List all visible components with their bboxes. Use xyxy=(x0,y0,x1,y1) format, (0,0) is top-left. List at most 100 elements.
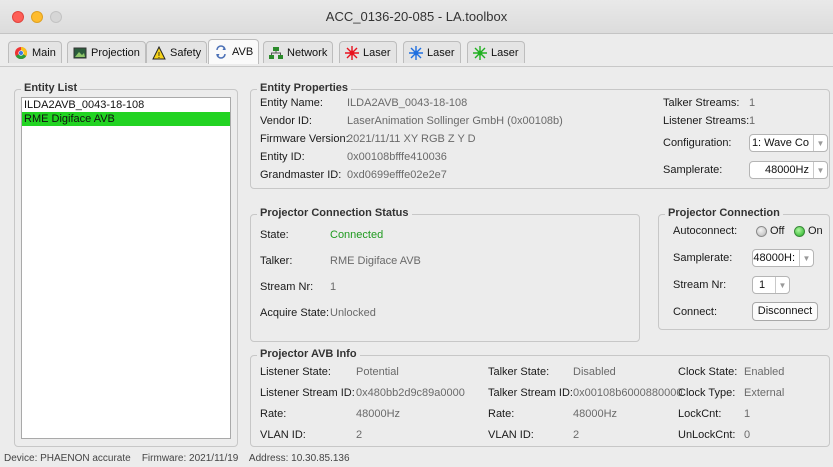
autoconnect-off-radio[interactable] xyxy=(756,226,767,237)
talker-stream-id-label: Talker Stream ID: xyxy=(488,387,573,399)
entity-list-item[interactable]: ILDA2AVB_0043-18-108 xyxy=(22,98,230,112)
chevron-down-icon: ▼ xyxy=(799,250,813,266)
entity-properties-group: Entity Properties Entity Name: ILDA2AVB_… xyxy=(250,82,830,189)
chevron-down-icon: ▼ xyxy=(813,135,827,151)
pc-stream-nr-select[interactable]: 1 ▼ xyxy=(752,276,790,294)
connection-status-group: Projector Connection Status State: Conne… xyxy=(250,207,640,342)
tab-projection[interactable]: Projection xyxy=(67,41,146,63)
clock-type-label: Clock Type: xyxy=(678,387,736,399)
state-value: Connected xyxy=(330,229,384,241)
state-label: State: xyxy=(260,229,289,241)
talker-stream-id-value: 0x00108b6000880000 xyxy=(573,387,683,399)
entity-list-title: Entity List xyxy=(21,82,81,94)
entity-id-value: 0x00108bfffe410036 xyxy=(347,151,447,163)
samplerate-label: Samplerate: xyxy=(663,164,723,176)
clock-state-value: Enabled xyxy=(744,366,785,378)
talker-vlan-value: 2 xyxy=(573,429,580,441)
pc-samplerate-select[interactable]: 48000H: ▼ xyxy=(752,249,814,267)
acquire-state-label: Acquire State: xyxy=(260,307,330,319)
window-title: ACC_0136-20-085 - LA.toolbox xyxy=(325,9,508,24)
connection-status-title: Projector Connection Status xyxy=(257,207,412,219)
pc-stream-nr-value: 1 xyxy=(759,279,766,291)
clock-type-value: External xyxy=(744,387,785,399)
talker-streams-label: Talker Streams: xyxy=(663,97,740,109)
tab-laser-blue[interactable]: Laser xyxy=(403,41,461,63)
svg-text:!: ! xyxy=(157,51,160,60)
firmware-label: Firmware Version: xyxy=(260,133,349,145)
status-bar: Device: PHAENON accurate Firmware: 2021/… xyxy=(0,453,833,467)
title-bar: ACC_0136-20-085 - LA.toolbox xyxy=(0,0,833,34)
talker-rate-label: Rate: xyxy=(488,408,515,420)
lockcnt-value: 1 xyxy=(744,408,751,420)
vendor-id-value: LaserAnimation Sollinger GmbH (0x00108b) xyxy=(347,115,563,127)
vlan-value: 2 xyxy=(356,429,363,441)
laser-red-icon xyxy=(345,45,359,60)
rate-label: Rate: xyxy=(260,408,287,420)
tab-label: Laser xyxy=(363,46,391,59)
avb-info-group: Projector AVB Info Listener State: Poten… xyxy=(250,348,830,447)
avb-info-title: Projector AVB Info xyxy=(257,348,360,360)
disconnect-button[interactable]: Disconnect xyxy=(752,302,818,321)
listener-stream-id-value: 0x480bb2d9c89a0000 xyxy=(356,387,465,399)
rate-value: 48000Hz xyxy=(356,408,401,420)
chrome-like-icon xyxy=(14,46,28,60)
laser-green-icon xyxy=(473,45,487,60)
vendor-id-label: Vendor ID: xyxy=(260,115,312,127)
entity-name-value: ILDA2AVB_0043-18-108 xyxy=(347,97,468,109)
status-bar-text: Device: PHAENON accurate Firmware: 2021/… xyxy=(4,453,350,464)
firmware-value: 2021/11/11 XY RGB Z Y D xyxy=(347,133,476,145)
tab-label: Main xyxy=(32,46,56,59)
autoconnect-on-radio[interactable] xyxy=(794,226,805,237)
configuration-label: Configuration: xyxy=(663,137,732,149)
chevron-down-icon: ▼ xyxy=(775,277,789,293)
talker-streams-value: 1 xyxy=(749,97,756,109)
image-icon xyxy=(73,46,87,60)
talker-label: Talker: xyxy=(260,255,293,267)
network-icon xyxy=(269,46,283,60)
autoconnect-label: Autoconnect: xyxy=(673,225,738,237)
warning-icon: ! xyxy=(152,45,166,60)
vlan-label: VLAN ID: xyxy=(260,429,306,441)
autoconnect-off-label: Off xyxy=(770,225,785,237)
samplerate-value: 48000Hz xyxy=(764,164,809,176)
talker-value: RME Digiface AVB xyxy=(330,255,421,267)
unlockcnt-label: UnLockCnt: xyxy=(678,429,736,441)
projector-connection-group: Projector Connection Autoconnect: Off On… xyxy=(658,207,830,330)
configuration-value: 1: Wave Co xyxy=(751,137,809,149)
tab-main[interactable]: Main xyxy=(8,41,62,63)
tab-avb[interactable]: AVB xyxy=(208,39,260,64)
listener-state-value: Potential xyxy=(356,366,399,378)
tab-label: Laser xyxy=(427,46,455,59)
listener-streams-value: 1 xyxy=(749,115,756,127)
tab-network[interactable]: Network xyxy=(263,41,334,63)
tab-label: Laser xyxy=(491,46,519,59)
tab-laser-red[interactable]: Laser xyxy=(339,41,397,63)
samplerate-select[interactable]: 48000Hz ▼ xyxy=(749,161,828,179)
listener-stream-id-label: Listener Stream ID: xyxy=(260,387,355,399)
entity-list-item-selected[interactable]: RME Digiface AVB xyxy=(22,112,230,126)
tab-laser-green[interactable]: Laser xyxy=(467,41,525,63)
configuration-select[interactable]: 1: Wave Co ▼ xyxy=(749,134,828,152)
tab-divider xyxy=(0,66,833,67)
grandmaster-id-label: Grandmaster ID: xyxy=(260,169,342,181)
listener-state-label: Listener State: xyxy=(260,366,331,378)
tab-safety[interactable]: ! Safety xyxy=(146,41,208,63)
tab-label: AVB xyxy=(232,46,254,58)
sync-icon xyxy=(214,45,228,59)
entity-name-label: Entity Name: xyxy=(260,97,323,109)
acquire-state-value: Unlocked xyxy=(330,307,376,319)
lockcnt-label: LockCnt: xyxy=(678,408,722,420)
connect-label: Connect: xyxy=(673,306,718,318)
entity-list[interactable]: ILDA2AVB_0043-18-108 RME Digiface AVB xyxy=(21,97,231,439)
talker-rate-value: 48000Hz xyxy=(573,408,618,420)
entity-properties-title: Entity Properties xyxy=(257,82,352,94)
laser-blue-icon xyxy=(409,45,423,60)
tab-label: Safety xyxy=(170,46,202,59)
pc-stream-nr-label: Stream Nr: xyxy=(673,279,727,291)
grandmaster-id-value: 0xd0699efffe02e2e7 xyxy=(347,169,447,181)
talker-vlan-label: VLAN ID: xyxy=(488,429,534,441)
stream-nr-label: Stream Nr: xyxy=(260,281,314,293)
talker-state-label: Talker State: xyxy=(488,366,550,378)
tab-bar: Main Projection ! Safety AVB Network Las… xyxy=(0,36,833,66)
stream-nr-value: 1 xyxy=(330,281,337,293)
